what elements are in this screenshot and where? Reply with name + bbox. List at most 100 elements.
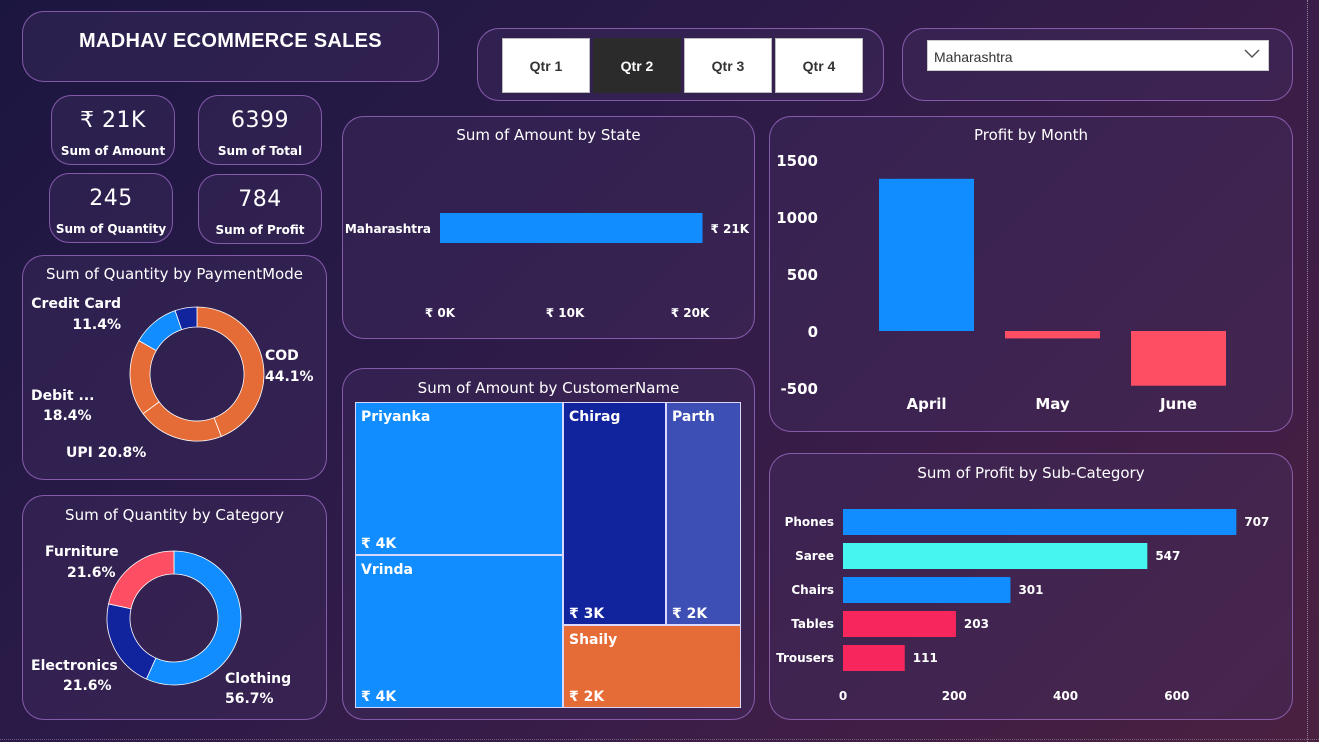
title-card: MADHAV ECOMMERCE SALES [22, 11, 439, 82]
bar [843, 611, 956, 637]
bar-category-label: Chairs [791, 583, 834, 597]
quarter-slicer: Qtr 1 Qtr 2 Qtr 3 Qtr 4 [477, 28, 884, 101]
canvas-bottom-border [0, 739, 1319, 740]
slice-label: 21.6% [63, 678, 112, 694]
payment-mode-donut: COD 44.1% Credit Card 11.4% Debit ... 18.4% UP… [31, 296, 314, 461]
bar-data-label: 547 [1155, 549, 1180, 563]
chart-title: Sum of Amount by CustomerName [417, 379, 680, 397]
treemap-tile-value: ₹ 4K [361, 689, 397, 705]
bar [879, 178, 974, 331]
amount-by-state-card: Sum of Amount by State Maharashtra ₹ 21K ₹… [342, 116, 755, 339]
bar-category-label: Saree [795, 549, 834, 563]
treemap-tile-value: ₹ 2K [569, 689, 605, 705]
donut-slice [196, 306, 265, 437]
x-tick-label: May [1035, 395, 1070, 413]
kpi-value: ₹ 21K [80, 108, 146, 133]
kpi-label: Sum of Quantity [55, 222, 167, 236]
treemap-tile-vrinda[interactable]: Vrinda ₹ 4K [355, 555, 563, 708]
state-dropdown-value: Maharashtra [934, 49, 1013, 65]
y-tick-label: 1500 [776, 152, 818, 170]
profit-by-month-card: Profit by Month 1500 1000 500 0 -500 April May… [769, 116, 1293, 432]
bar [440, 213, 703, 243]
slice-label: 11.4% [72, 317, 121, 333]
bar [1005, 331, 1100, 339]
x-tick-label: 0 [839, 689, 847, 703]
bar-category-label: Trousers [776, 651, 834, 665]
bar [843, 543, 1148, 569]
slice-label: 21.6% [67, 565, 116, 581]
donut-slice [129, 340, 160, 415]
bar [843, 577, 1011, 603]
kpi-value: 245 [89, 186, 133, 211]
kpi-label: Sum of Total [217, 144, 303, 158]
bar [1131, 331, 1226, 386]
x-tick-label: 200 [942, 689, 967, 703]
bar-category-label: Maharashtra [345, 222, 431, 236]
canvas-right-border [1307, 0, 1308, 742]
treemap-tile-value: ₹ 4K [361, 536, 397, 552]
bar-data-label: 111 [913, 651, 938, 665]
bar-data-label: ₹ 21K [711, 222, 750, 236]
treemap-tile-name: Vrinda [361, 562, 413, 578]
kpi-sum-of-profit: 784 Sum of Profit [198, 174, 322, 244]
bar-category-label: Phones [785, 515, 834, 529]
treemap-tile-value: ₹ 2K [672, 606, 708, 622]
slice-label: 18.4% [43, 408, 92, 424]
slice-label: 44.1% [265, 369, 314, 385]
treemap-tile-name: Parth [672, 409, 715, 425]
slice-label: COD [265, 348, 299, 364]
x-tick-label: 600 [1164, 689, 1189, 703]
category-donut: Furniture 21.6% Electronics 21.6% Clothing 56… [31, 544, 291, 707]
treemap-tile-shaily[interactable]: Shaily ₹ 2K [563, 625, 741, 708]
x-tick-label: June [1159, 395, 1197, 413]
treemap-tile-priyanka[interactable]: Priyanka ₹ 4K [355, 402, 563, 555]
x-tick-label: ₹ 20K [671, 306, 710, 320]
qtr-1-button[interactable]: Qtr 1 [502, 38, 590, 93]
x-tick-label: ₹ 10K [546, 306, 585, 320]
x-tick-label: ₹ 0K [425, 306, 456, 320]
bar-data-label: 301 [1018, 583, 1043, 597]
qtr-2-button[interactable]: Qtr 2 [593, 38, 681, 93]
treemap-tile-name: Shaily [569, 632, 618, 648]
chevron-down-icon [1244, 49, 1260, 59]
slice-label: UPI 20.8% [66, 445, 146, 461]
x-tick-label: 400 [1053, 689, 1078, 703]
kpi-label: Sum of Amount [60, 144, 166, 158]
treemap-tile-value: ₹ 3K [569, 606, 605, 622]
kpi-value: 6399 [231, 108, 289, 133]
bar-data-label: 707 [1244, 515, 1269, 529]
qtr-4-button[interactable]: Qtr 4 [775, 38, 863, 93]
treemap-tile-name: Priyanka [361, 409, 431, 425]
payment-mode-card: Sum of Quantity by PaymentMode COD 44.1% C… [22, 255, 327, 480]
state-dropdown[interactable]: Maharashtra [927, 40, 1269, 71]
y-tick-label: 1000 [776, 209, 818, 227]
treemap-tile-chirag[interactable]: Chirag ₹ 3K [563, 402, 666, 625]
x-tick-label: April [906, 395, 946, 413]
amount-by-customer-card: Sum of Amount by CustomerName Priyanka ₹… [342, 368, 755, 720]
state-filter-card: Maharashtra [902, 28, 1293, 101]
bar-category-label: Tables [791, 617, 834, 631]
amount-by-state-chart: Maharashtra ₹ 21K ₹ 0K ₹ 10K ₹ 20K [345, 213, 750, 320]
slice-label: Electronics [31, 658, 118, 674]
y-tick-label: 500 [787, 266, 818, 284]
kpi-label: Sum of Profit [215, 223, 305, 237]
slice-label: Clothing [225, 671, 291, 687]
kpi-sum-of-amount: ₹ 21K Sum of Amount [51, 95, 175, 165]
donut-slice [138, 310, 183, 352]
slice-label: Debit ... [31, 388, 94, 404]
dashboard-title: MADHAV ECOMMERCE SALES [79, 30, 382, 52]
qtr-3-button[interactable]: Qtr 3 [684, 38, 772, 93]
profit-by-subcategory-card: Sum of Profit by Sub-Category Phones 707 S… [769, 453, 1293, 720]
kpi-value: 784 [238, 187, 282, 212]
kpi-sum-of-total: 6399 Sum of Total [198, 95, 322, 165]
profit-by-month-chart: 1500 1000 500 0 -500 April May June [776, 152, 1226, 413]
y-tick-label: 0 [808, 323, 818, 341]
donut-slice [142, 401, 222, 442]
kpi-sum-of-quantity: 245 Sum of Quantity [49, 173, 173, 243]
treemap-tile-parth[interactable]: Parth ₹ 2K [666, 402, 741, 625]
bar [843, 645, 905, 671]
category-card: Sum of Quantity by Category Furniture 21.… [22, 495, 327, 720]
bar [843, 509, 1237, 535]
treemap-tile-name: Chirag [569, 409, 621, 425]
slice-label: Credit Card [31, 296, 121, 312]
